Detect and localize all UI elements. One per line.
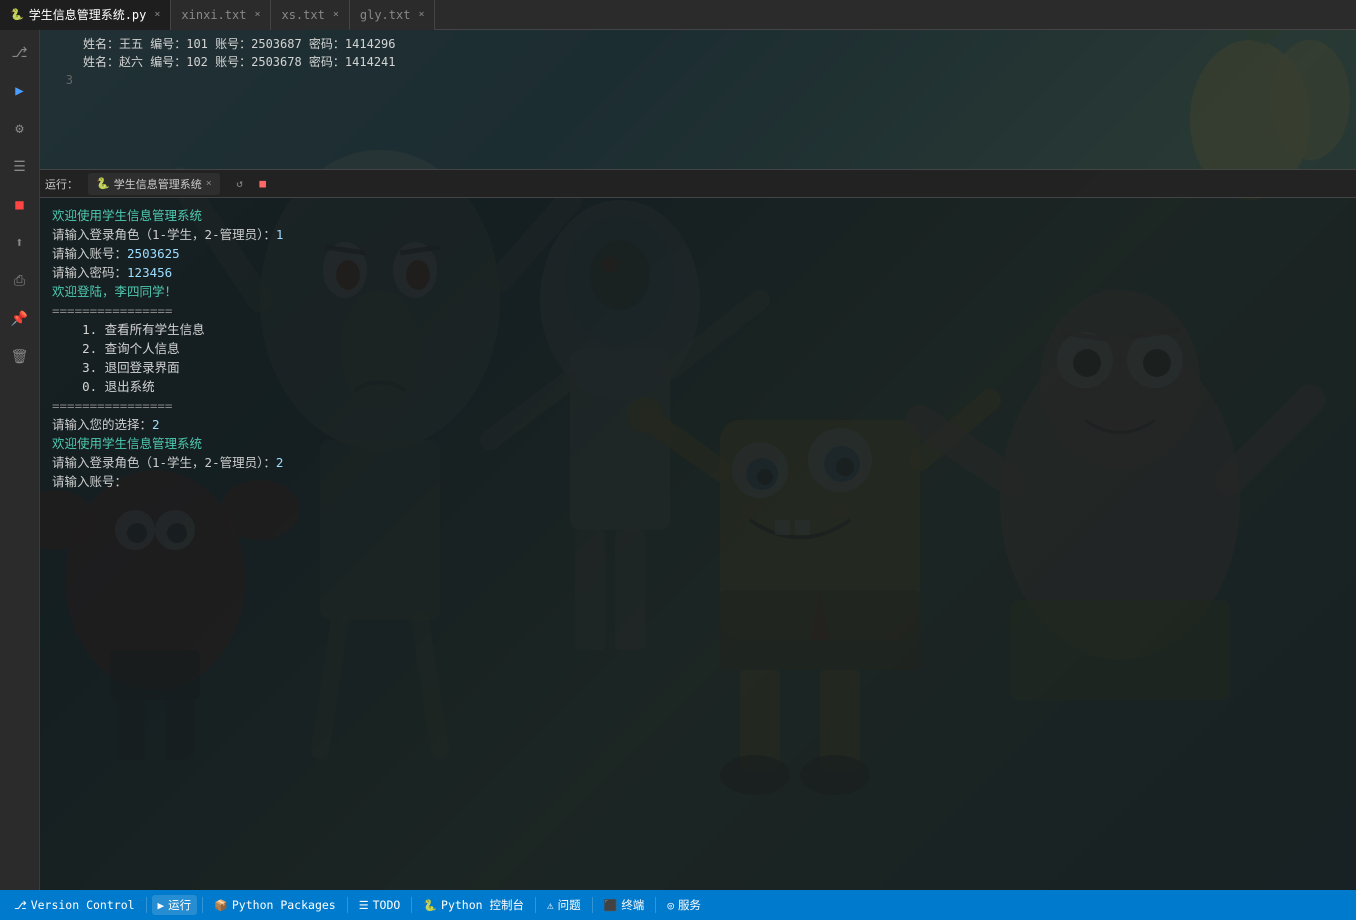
sidebar-run-icon[interactable]: ▶ xyxy=(2,73,38,109)
tab-xinxi-label: xinxi.txt xyxy=(181,8,246,22)
status-sep-6 xyxy=(592,897,593,913)
run-status-icon: ▶ xyxy=(158,899,165,912)
status-sep-5 xyxy=(535,897,536,913)
terminal-line-account-prompt2: 请输入账号： xyxy=(52,472,1344,491)
status-problems[interactable]: ⚠ 问题 xyxy=(541,895,587,915)
status-todo[interactable]: ☰ TODO xyxy=(353,896,407,914)
run-tab-close[interactable]: × xyxy=(206,178,212,189)
tab-gly-close[interactable]: × xyxy=(418,9,424,20)
problems-status-label: 问题 xyxy=(558,897,581,913)
tab-xs[interactable]: xs.txt × xyxy=(271,0,349,30)
line-content-2: 姓名：赵六 编号：102 账号：2503678 密码：1414241 xyxy=(83,53,396,71)
sidebar-print-icon[interactable]: ⎙ xyxy=(2,263,38,299)
terminal-line-welcome2: 欢迎使用学生信息管理系统 xyxy=(52,434,1344,453)
tab-gly-label: gly.txt xyxy=(360,8,411,22)
version-control-status-icon: ⎇ xyxy=(14,899,27,912)
status-sep-2 xyxy=(202,897,203,913)
sidebar-stop-icon[interactable]: ■ xyxy=(2,187,38,223)
tab-xinxi-close[interactable]: × xyxy=(254,9,260,20)
python-console-status-icon: 🐍 xyxy=(423,899,437,912)
code-line-2: 姓名：赵六 编号：102 账号：2503678 密码：1414241 xyxy=(40,53,1356,71)
sidebar-delete-icon[interactable]: 🗑 xyxy=(2,339,38,375)
tab-xinxi[interactable]: xinxi.txt × xyxy=(171,0,271,30)
main-area: ⎇ ▶ ⚙ ☰ ■ ⬆ ⎙ 📌 🗑 姓名：王五 编号：101 账号：250368… xyxy=(0,30,1356,890)
python-packages-status-icon: 📦 xyxy=(214,899,228,912)
terminal-menu-0: 0. 退出系统 xyxy=(52,377,1344,396)
tab-gly[interactable]: gly.txt × xyxy=(350,0,436,30)
status-bar: ⎇ Version Control ▶ 运行 📦 Python Packages… xyxy=(0,890,1356,920)
status-sep-7 xyxy=(655,897,656,913)
terminal-line-pwd-prompt: 请输入密码：123456 xyxy=(52,263,1344,282)
terminal-line-role-prompt2: 请输入登录角色（1-学生，2-管理员）：2 xyxy=(52,453,1344,472)
ide-container: 🐍 学生信息管理系统.py × xinxi.txt × xs.txt × gly… xyxy=(0,0,1356,920)
status-run[interactable]: ▶ 运行 xyxy=(152,895,198,915)
sidebar-version-control-icon[interactable]: ⎇ xyxy=(2,35,38,71)
sidebar-upload-icon[interactable]: ⬆ xyxy=(2,225,38,261)
status-services[interactable]: ◎ 服务 xyxy=(661,895,707,915)
run-tab-bar: 运行： 🐍 学生信息管理系统 × ↺ ■ xyxy=(40,170,1356,198)
sidebar-pin-icon[interactable]: 📌 xyxy=(2,301,38,337)
status-sep-3 xyxy=(347,897,348,913)
run-label: 运行： xyxy=(45,176,78,192)
services-status-label: 服务 xyxy=(678,897,701,913)
terminal-panel: 运行： 🐍 学生信息管理系统 × ↺ ■ 欢迎使用学生信息管理系统 请输入登录角… xyxy=(40,170,1356,890)
tab-python-close[interactable]: × xyxy=(154,9,160,20)
rerun-button[interactable]: ↺ xyxy=(230,174,250,194)
terminal-line-welcome: 欢迎使用学生信息管理系统 xyxy=(52,206,1344,225)
editor-terminal: 姓名：王五 编号：101 账号：2503687 密码：1414296 姓名：赵六… xyxy=(40,30,1356,890)
terminal-content[interactable]: 欢迎使用学生信息管理系统 请输入登录角色（1-学生，2-管理员）：1 请输入账号… xyxy=(40,198,1356,890)
run-controls: ↺ ■ xyxy=(230,174,273,194)
version-control-status-label: Version Control xyxy=(31,898,135,912)
status-python-packages[interactable]: 📦 Python Packages xyxy=(208,896,342,914)
sidebar-settings-icon[interactable]: ⚙ xyxy=(2,111,38,147)
terminal-status-label: 终端 xyxy=(621,897,644,913)
terminal-line-account-prompt: 请输入账号：2503625 xyxy=(52,244,1344,263)
status-sep-4 xyxy=(411,897,412,913)
terminal-line-greet: 欢迎登陆，李四同学！ xyxy=(52,282,1344,301)
tab-xs-label: xs.txt xyxy=(281,8,324,22)
terminal-menu-1: 1. 查看所有学生信息 xyxy=(52,320,1344,339)
run-tab-python-icon: 🐍 xyxy=(96,177,110,190)
todo-status-icon: ☰ xyxy=(359,899,369,912)
line-num-1 xyxy=(48,35,73,53)
line-num-2 xyxy=(48,53,73,71)
stop-button[interactable]: ■ xyxy=(253,174,273,194)
status-terminal[interactable]: ⬛ 终端 xyxy=(598,895,651,915)
line-num-3: 3 xyxy=(48,71,73,89)
code-line-1: 姓名：王五 编号：101 账号：2503687 密码：1414296 xyxy=(40,35,1356,53)
code-area: 姓名：王五 编号：101 账号：2503687 密码：1414296 姓名：赵六… xyxy=(40,30,1356,170)
terminal-line-sep1: ================ xyxy=(52,301,1344,320)
run-status-label: 运行 xyxy=(168,897,191,913)
sidebar-format-icon[interactable]: ☰ xyxy=(2,149,38,185)
tab-python-label: 学生信息管理系统.py xyxy=(29,6,147,23)
terminal-choice-prompt: 请输入您的选择：2 xyxy=(52,415,1344,434)
python-tab-icon: 🐍 xyxy=(10,8,24,21)
code-line-3: 3 xyxy=(40,71,1356,89)
todo-status-label: TODO xyxy=(373,898,401,912)
status-sep-1 xyxy=(146,897,147,913)
terminal-status-icon: ⬛ xyxy=(604,899,618,912)
tab-bar: 🐍 学生信息管理系统.py × xinxi.txt × xs.txt × gly… xyxy=(0,0,1356,30)
problems-status-icon: ⚠ xyxy=(547,899,554,912)
terminal-line-role-prompt: 请输入登录角色（1-学生，2-管理员）：1 xyxy=(52,225,1344,244)
run-active-tab[interactable]: 🐍 学生信息管理系统 × xyxy=(88,173,220,195)
python-console-status-label: Python 控制台 xyxy=(441,897,524,913)
terminal-menu-2: 2. 查询个人信息 xyxy=(52,339,1344,358)
status-version-control[interactable]: ⎇ Version Control xyxy=(8,896,141,914)
sidebar-icons: ⎇ ▶ ⚙ ☰ ■ ⬆ ⎙ 📌 🗑 xyxy=(0,30,40,890)
tab-python-file[interactable]: 🐍 学生信息管理系统.py × xyxy=(0,0,171,30)
services-status-icon: ◎ xyxy=(667,899,674,912)
line-content-1: 姓名：王五 编号：101 账号：2503687 密码：1414296 xyxy=(83,35,396,53)
terminal-menu-3: 3. 退回登录界面 xyxy=(52,358,1344,377)
terminal-line-sep2: ================ xyxy=(52,396,1344,415)
tab-xs-close[interactable]: × xyxy=(333,9,339,20)
status-python-console[interactable]: 🐍 Python 控制台 xyxy=(417,895,530,915)
run-tab-label: 学生信息管理系统 xyxy=(114,176,202,192)
python-packages-status-label: Python Packages xyxy=(232,898,336,912)
